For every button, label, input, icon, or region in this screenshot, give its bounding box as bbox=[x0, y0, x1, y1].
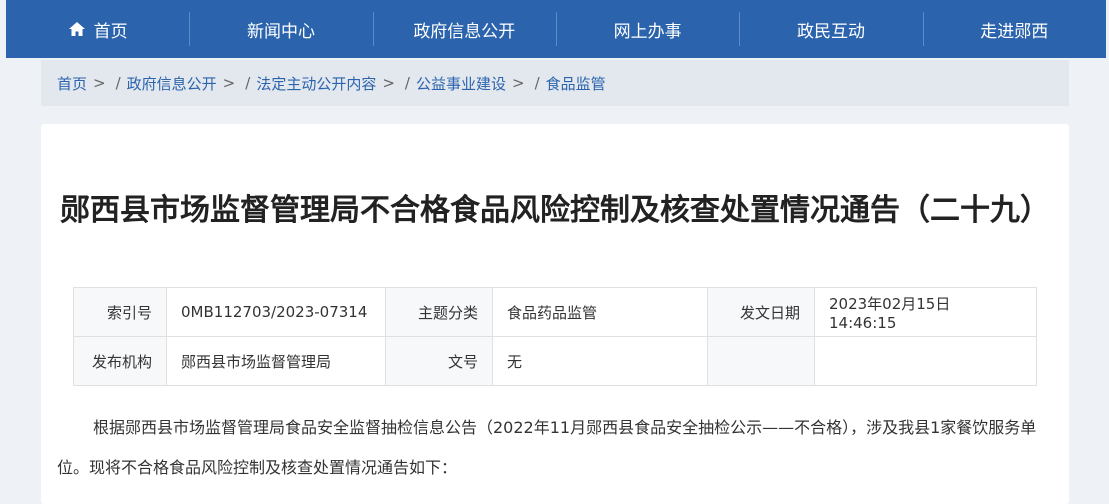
nav-item-home[interactable]: 首页 bbox=[6, 0, 189, 58]
meta-value: 0MB112703/2023-07314 bbox=[166, 287, 386, 337]
meta-value: 郧西县市场监督管理局 bbox=[166, 336, 386, 386]
breadcrumb-link[interactable]: 首页 bbox=[57, 73, 87, 94]
article-title: 郧西县市场监督管理局不合格食品风险控制及核查处置情况通告（二十九） bbox=[60, 193, 1050, 228]
breadcrumb-separator: > bbox=[93, 74, 106, 92]
breadcrumb-link[interactable]: 公益事业建设 bbox=[416, 73, 506, 94]
article-meta-table: 索引号 0MB112703/2023-07314 主题分类 食品药品监管 发文日… bbox=[73, 287, 1037, 386]
article-paragraph: 根据郧西县市场监督管理局食品安全监督抽检信息公告（2022年11月郧西县食品安全… bbox=[57, 408, 1053, 488]
breadcrumb-link[interactable]: 法定主动公开内容 bbox=[256, 73, 376, 94]
breadcrumb-divider: / bbox=[404, 74, 410, 92]
breadcrumb-separator: > bbox=[382, 74, 395, 92]
breadcrumb-separator: > bbox=[511, 74, 525, 92]
nav-label: 政府信息公开 bbox=[413, 21, 516, 42]
table-row: 索引号 0MB112703/2023-07314 主题分类 食品药品监管 发文日… bbox=[73, 287, 1037, 337]
meta-value: 食品药品监管 bbox=[492, 287, 708, 337]
breadcrumb-divider: / bbox=[245, 74, 251, 92]
article-card: 郧西县市场监督管理局不合格食品风险控制及核查处置情况通告（二十九） 索引号 0M… bbox=[41, 124, 1069, 504]
meta-empty-cell bbox=[814, 336, 1037, 386]
breadcrumb-divider: / bbox=[534, 74, 540, 92]
nav-label: 新闻中心 bbox=[246, 21, 315, 42]
nav-item-about[interactable]: 走进郧西 bbox=[922, 0, 1106, 58]
nav-item-news[interactable]: 新闻中心 bbox=[189, 0, 372, 58]
meta-value: 无 bbox=[492, 336, 708, 386]
nav-label: 走进郧西 bbox=[980, 21, 1049, 42]
breadcrumb-divider: / bbox=[115, 74, 121, 92]
nav-label: 政民互动 bbox=[796, 21, 865, 42]
nav-item-gov-info[interactable]: 政府信息公开 bbox=[372, 0, 556, 58]
meta-label: 文号 bbox=[385, 336, 493, 386]
nav-label: 网上办事 bbox=[613, 21, 682, 42]
meta-label: 发文日期 bbox=[707, 287, 815, 337]
meta-label: 索引号 bbox=[73, 287, 167, 337]
meta-label: 主题分类 bbox=[385, 287, 493, 337]
nav-item-online-service[interactable]: 网上办事 bbox=[555, 0, 739, 58]
breadcrumb-link[interactable]: 食品监管 bbox=[546, 73, 606, 94]
breadcrumb-link[interactable]: 政府信息公开 bbox=[127, 73, 217, 94]
home-icon bbox=[68, 22, 85, 36]
paragraph-text: 根据郧西县市场监督管理局食品安全监督抽检信息公告（2022年11月郧西县食品安全… bbox=[57, 418, 1037, 477]
nav-label: 首页 bbox=[93, 21, 128, 42]
top-nav: 首页 新闻中心 政府信息公开 网上办事 政民互动 走进郧西 bbox=[6, 0, 1106, 58]
breadcrumb: 首页 > / 政府信息公开 > / 法定主动公开内容 > / 公益事业建设 > … bbox=[41, 60, 1069, 106]
meta-label: 发布机构 bbox=[73, 336, 167, 386]
meta-empty-cell bbox=[707, 336, 815, 386]
table-row: 发布机构 郧西县市场监督管理局 文号 无 bbox=[73, 336, 1037, 386]
nav-item-interaction[interactable]: 政民互动 bbox=[739, 0, 922, 58]
breadcrumb-separator: > bbox=[222, 74, 236, 92]
meta-value: 2023年02月15日 14:46:15 bbox=[814, 287, 1037, 337]
